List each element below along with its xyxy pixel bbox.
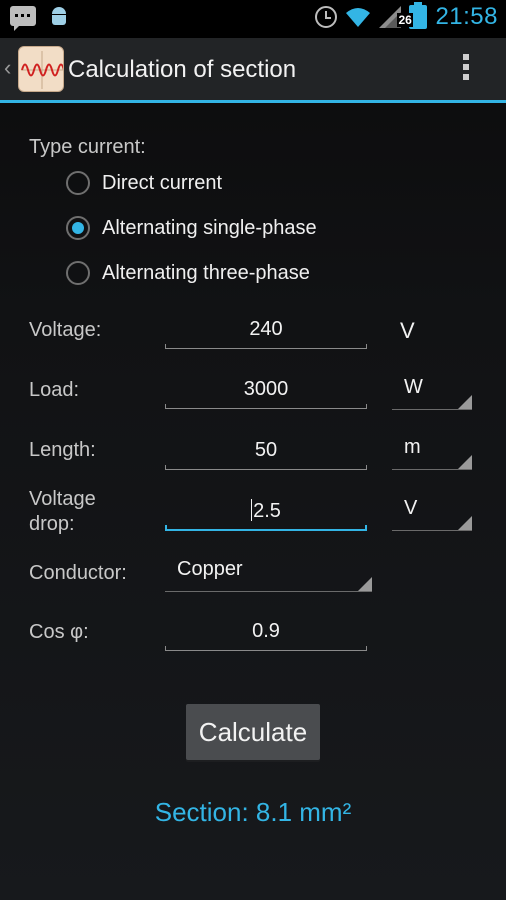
status-time: 21:58 [435, 3, 498, 30]
cos-phi-label: Cos φ: [29, 621, 89, 643]
type-current-label: Type current: [29, 136, 146, 158]
radio-direct-current[interactable]: Direct current [66, 171, 222, 195]
voltage-drop-unit-spinner[interactable]: V [392, 491, 472, 531]
result-text: Section: 8.1 mm² [154, 797, 352, 827]
voltage-drop-label-line1: Voltage [29, 488, 96, 510]
conductor-spinner[interactable]: Copper [165, 552, 372, 592]
action-bar: ‹ Calculation of section [0, 38, 506, 100]
android-icon [50, 6, 68, 26]
load-unit-spinner[interactable]: W [392, 370, 472, 410]
radio-button[interactable] [66, 261, 90, 285]
conductor-label: Conductor: [29, 562, 127, 584]
voltage-drop-label-line2: drop: [29, 513, 75, 535]
overflow-menu-icon[interactable] [460, 54, 472, 84]
radio-label: Alternating three-phase [102, 261, 310, 284]
calculate-button[interactable]: Calculate [186, 704, 320, 760]
radio-alternating-single-phase[interactable]: Alternating single-phase [66, 216, 317, 240]
voltage-input[interactable]: 240 [165, 313, 367, 349]
load-input[interactable]: 3000 [165, 373, 367, 409]
load-label: Load: [29, 379, 80, 401]
radio-button[interactable] [66, 171, 90, 195]
text-cursor [251, 499, 253, 521]
load-value: 3000 [243, 378, 289, 400]
radio-alternating-three-phase[interactable]: Alternating three-phase [66, 261, 310, 285]
waveform-icon[interactable] [18, 46, 64, 92]
voltage-drop-input[interactable]: 2.5 [165, 495, 367, 531]
page-title: Calculation of section [68, 56, 297, 83]
voltage-drop-value: 2.5 [253, 500, 281, 522]
status-bar: 26 21:58 [0, 0, 506, 38]
length-unit-value: m [404, 436, 421, 458]
battery-icon: 26 [397, 2, 428, 29]
voltage-value: 240 [249, 318, 283, 340]
action-bar-divider [0, 100, 506, 103]
battery-level: 26 [397, 13, 413, 27]
voltage-unit: V [400, 318, 415, 343]
length-value: 50 [254, 439, 278, 461]
conductor-value: Copper [177, 558, 243, 580]
chat-icon [10, 6, 36, 31]
spinner-arrow-icon [458, 455, 472, 469]
alarm-clock-icon [315, 6, 338, 28]
spinner-arrow-icon [358, 577, 372, 591]
length-label: Length: [29, 439, 96, 461]
voltage-drop-unit-value: V [404, 497, 418, 519]
voltage-label: Voltage: [29, 319, 102, 341]
up-caret-icon[interactable]: ‹ [4, 55, 11, 81]
load-unit-value: W [404, 376, 423, 398]
radio-label: Direct current [102, 171, 223, 194]
spinner-arrow-icon [458, 516, 472, 530]
wifi-icon [345, 6, 371, 28]
radio-label: Alternating single-phase [102, 216, 317, 239]
cos-phi-value: 0.9 [252, 620, 280, 642]
spinner-arrow-icon [458, 395, 472, 409]
radio-button[interactable] [66, 216, 90, 240]
cos-phi-input[interactable]: 0.9 [165, 615, 367, 651]
length-unit-spinner[interactable]: m [392, 430, 472, 470]
length-input[interactable]: 50 [165, 434, 367, 470]
